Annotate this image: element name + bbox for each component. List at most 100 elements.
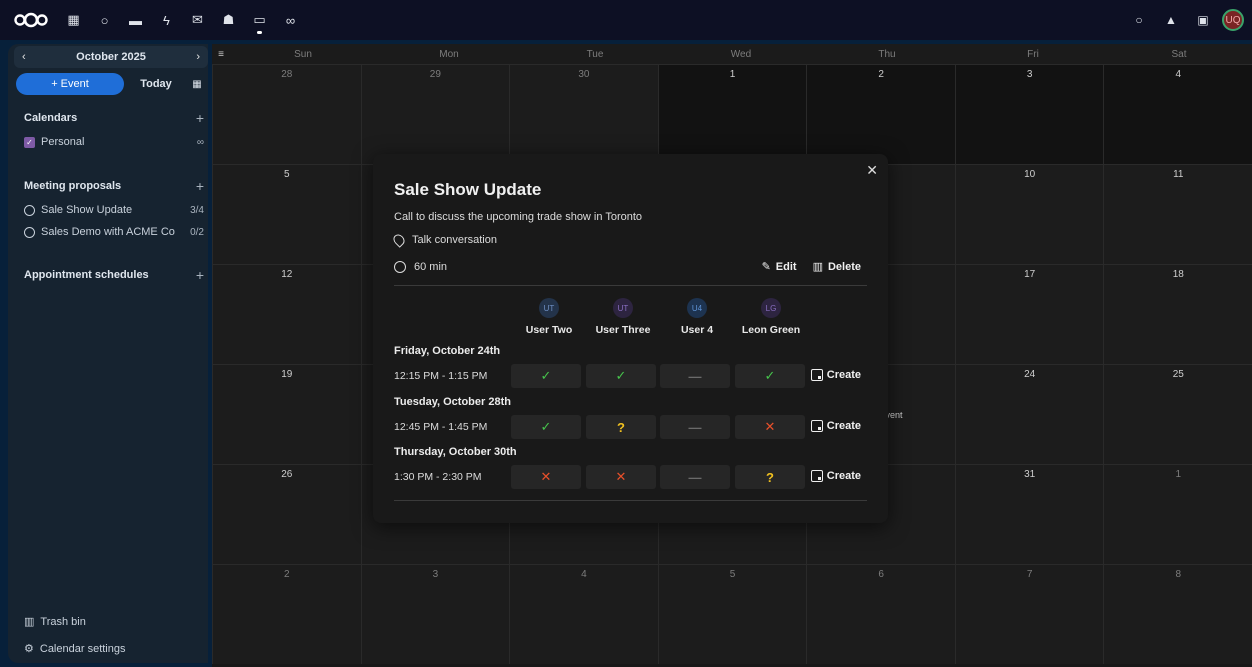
slot-day-header: Friday, October 24th xyxy=(394,345,501,357)
link-icon[interactable]: ∞ xyxy=(275,0,306,40)
create-event-button[interactable]: Create xyxy=(810,470,861,482)
settings-label: Calendar settings xyxy=(39,642,126,655)
day-cell[interactable]: 5 xyxy=(657,565,807,664)
delete-button[interactable]: ▥ Delete xyxy=(812,260,861,274)
day-cell[interactable]: 12 xyxy=(212,265,361,364)
day-cell[interactable]: 7 xyxy=(954,565,1104,664)
clock-icon xyxy=(24,204,35,216)
day-cell[interactable]: 3 xyxy=(954,65,1104,164)
calendar-item-personal[interactable]: ✓ Personal ∞ xyxy=(24,136,204,148)
next-month-icon[interactable]: › xyxy=(196,51,200,63)
week-row: 2 3 4 5 6 7 8 xyxy=(212,564,1252,664)
activity-icon[interactable]: ϟ xyxy=(151,0,182,40)
day-cell[interactable]: 28 xyxy=(212,65,361,164)
participants-row: UT User Two UT User Three U4 User 4 LG L… xyxy=(373,298,888,338)
checkbox-icon[interactable]: ✓ xyxy=(24,136,35,148)
day-number: 25 xyxy=(1172,369,1184,380)
day-cell[interactable]: 10 xyxy=(954,165,1104,264)
day-number: 17 xyxy=(1024,269,1036,280)
proposal-label: Sale Show Update xyxy=(41,204,133,216)
notifications-icon[interactable]: ▲ xyxy=(1158,0,1184,40)
day-cell[interactable]: 8 xyxy=(1103,565,1252,664)
location-pin-icon xyxy=(391,232,407,248)
day-cell[interactable]: 11 xyxy=(1103,165,1252,264)
day-number: 8 xyxy=(1175,569,1182,580)
add-proposal-icon[interactable]: + xyxy=(196,178,204,194)
dashboard-icon[interactable]: ▦ xyxy=(58,0,89,40)
view-grid-icon[interactable]: ▦ xyxy=(188,73,206,95)
day-cell[interactable]: 31 xyxy=(954,465,1104,564)
day-number: 29 xyxy=(429,69,441,80)
day-cell[interactable]: 4 xyxy=(1103,65,1252,164)
toggle-sidebar-icon[interactable]: ≡ xyxy=(212,44,230,64)
day-cell[interactable]: 1 xyxy=(657,65,807,164)
trash-icon: ▥ xyxy=(812,261,823,273)
search-icon[interactable]: ○ xyxy=(89,0,120,40)
trash-bin-link[interactable]: ▥ Trash bin xyxy=(24,615,204,629)
day-cell[interactable]: 30 xyxy=(509,65,658,164)
vote-maybe-icon: ? xyxy=(735,465,805,489)
participant-name: User Three xyxy=(595,324,651,336)
slot-time: 1:30 PM - 2:30 PM xyxy=(394,471,482,483)
day-cell[interactable]: 5 xyxy=(212,165,361,264)
day-cell[interactable]: 18 xyxy=(1103,265,1252,364)
day-cell[interactable]: 24 xyxy=(954,365,1104,464)
weekday-label: Thu xyxy=(878,48,896,60)
day-cell[interactable]: 17 xyxy=(954,265,1104,364)
contacts-icon[interactable]: ☗ xyxy=(213,0,244,40)
vote-no-icon: ✕ xyxy=(511,465,581,489)
day-number: 11 xyxy=(1173,169,1184,180)
close-icon[interactable]: ✕ xyxy=(866,162,878,179)
day-number: 24 xyxy=(1024,369,1036,380)
share-link-icon[interactable]: ∞ xyxy=(197,137,204,148)
weekday-label: Sun xyxy=(294,48,312,60)
add-appointment-icon[interactable]: + xyxy=(196,267,204,283)
new-event-button[interactable]: + Event xyxy=(16,73,124,95)
day-number: 5 xyxy=(284,169,290,180)
edit-button[interactable]: ✎ Edit xyxy=(762,260,797,274)
day-cell[interactable]: 2 xyxy=(212,565,361,664)
vote-maybe-icon: ? xyxy=(586,415,656,439)
prev-month-icon[interactable]: ‹ xyxy=(22,51,26,63)
mail-icon[interactable]: ✉ xyxy=(182,0,213,40)
day-cell[interactable]: 26 xyxy=(212,465,361,564)
proposal-item[interactable]: Sales Demo with ACME Co 0/2 xyxy=(24,226,204,238)
day-cell[interactable]: 25 xyxy=(1103,365,1252,464)
day-cell[interactable]: 2 xyxy=(806,65,955,164)
trash-label: Trash bin xyxy=(40,615,86,628)
folder-icon[interactable]: ▬ xyxy=(120,0,151,40)
day-number: 30 xyxy=(578,69,590,80)
month-label[interactable]: October 2025 xyxy=(76,51,146,63)
today-button[interactable]: Today xyxy=(130,73,182,95)
calendar-settings-link[interactable]: ⚙ Calendar settings xyxy=(24,642,204,656)
create-event-button[interactable]: Create xyxy=(810,420,861,432)
day-cell[interactable]: 1 xyxy=(1103,465,1252,564)
appointments-section-header: Appointment schedules + xyxy=(24,267,204,283)
day-number: 26 xyxy=(281,469,293,480)
proposals-section-header: Meeting proposals + xyxy=(24,178,204,194)
day-number: 19 xyxy=(281,369,293,380)
day-cell[interactable]: 4 xyxy=(509,565,658,664)
create-event-button[interactable]: Create xyxy=(810,369,861,381)
calendar-icon[interactable]: ▭ xyxy=(244,0,275,40)
delete-label: Delete xyxy=(827,260,861,273)
participant: U4 User 4 xyxy=(660,298,734,336)
day-cell[interactable]: 3 xyxy=(360,565,510,664)
contacts-menu-icon[interactable]: ▣ xyxy=(1190,0,1216,40)
nextcloud-logo[interactable] xyxy=(8,0,54,40)
calendar-icon xyxy=(810,420,823,432)
search-icon[interactable]: ○ xyxy=(1126,0,1152,40)
gear-icon: ⚙ xyxy=(24,643,34,655)
slot-row: 1:30 PM - 2:30 PM ✕ ✕ — ? Create xyxy=(394,465,867,489)
proposal-count: 0/2 xyxy=(190,226,204,238)
calendar-icon xyxy=(810,369,823,381)
day-cell[interactable]: 29 xyxy=(360,65,510,164)
day-cell[interactable]: 19 xyxy=(212,365,361,464)
proposals-title: Meeting proposals xyxy=(24,180,122,192)
user-avatar[interactable]: UQ xyxy=(1222,9,1244,31)
add-calendar-icon[interactable]: + xyxy=(196,110,204,126)
day-cell[interactable]: 6 xyxy=(806,565,955,664)
avatar: U4 xyxy=(687,298,707,318)
vote-no-icon: ✕ xyxy=(586,465,656,489)
proposal-item[interactable]: Sale Show Update 3/4 xyxy=(24,204,204,216)
